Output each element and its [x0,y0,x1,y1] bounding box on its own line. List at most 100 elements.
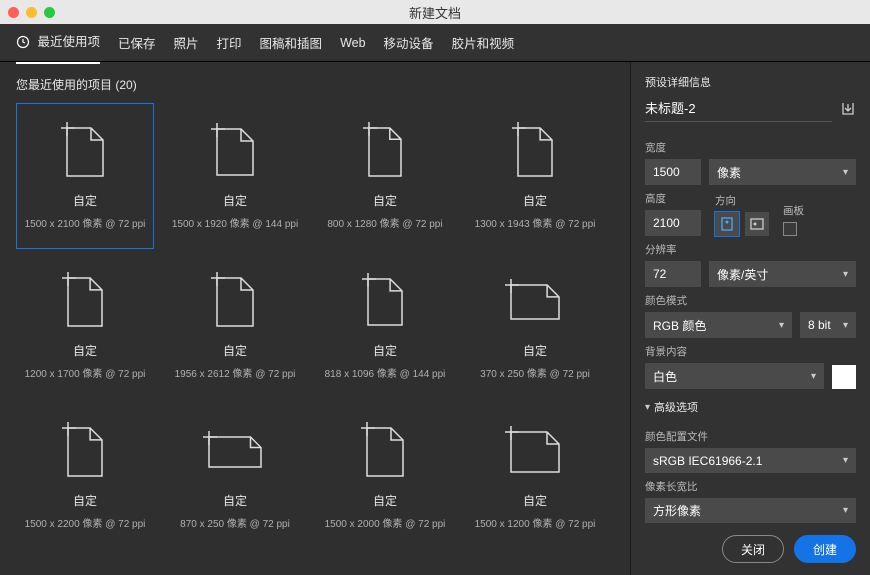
advanced-label: 高级选项 [654,399,698,415]
preset-details: 1500 x 2100 像素 @ 72 ppi [25,215,146,230]
preset-details: 1300 x 1943 像素 @ 72 ppi [475,215,596,230]
preset-details: 1500 x 1200 像素 @ 72 ppi [475,515,596,530]
bit-depth-value: 8 bit [808,318,831,332]
chevron-down-icon: ▾ [779,320,784,331]
advanced-options-disclosure[interactable]: ▾ 高级选项 [645,399,856,415]
document-icon [203,120,267,178]
tab-web[interactable]: Web [340,26,365,60]
preset-item[interactable]: 自定 1200 x 1700 像素 @ 72 ppi [16,253,154,399]
document-icon [203,420,267,478]
tab-label: 最近使用项 [37,35,100,49]
background-select[interactable]: 白色 ▾ [645,363,824,389]
preset-details: 1500 x 1920 像素 @ 144 ppi [172,215,298,230]
preset-item[interactable]: 自定 1500 x 1200 像素 @ 72 ppi [466,403,604,549]
preset-details: 800 x 1280 像素 @ 72 ppi [327,215,442,230]
chevron-down-icon: ▾ [843,269,848,280]
artboard-checkbox[interactable] [783,222,797,236]
tab-mobile[interactable]: 移动设备 [384,23,434,62]
preset-name: 自定 [73,192,97,209]
width-unit-select[interactable]: 像素 ▾ [709,159,856,185]
tab-saved[interactable]: 已保存 [118,23,156,62]
orientation-landscape-button[interactable] [745,212,769,236]
preset-item[interactable]: 自定1500 x 2200 像素 @ 72 ppi [16,403,154,549]
preset-details: 818 x 1096 像素 @ 144 ppi [325,365,446,380]
preset-item[interactable]: 自定 818 x 1096 像素 @ 144 ppi [316,253,454,399]
recent-count: (20) [115,78,136,92]
preset-item[interactable]: 自定370 x 250 像素 @ 72 ppi [466,253,604,399]
background-value: 白色 [653,368,677,385]
height-label: 高度 [645,191,701,206]
category-tabs: 最近使用项 已保存 照片 打印 图稿和插图 Web 移动设备 胶片和视频 [0,24,870,62]
preset-name: 自定 [373,342,397,359]
width-label: 宽度 [645,140,856,155]
preset-details-panel: 预设详细信息 未标题-2 宽度 1500 像素 ▾ 高度 2100 方向 [630,62,870,575]
tab-print[interactable]: 打印 [217,23,242,62]
document-icon [203,270,267,328]
preset-details: 1500 x 2200 像素 @ 72 ppi [25,515,146,530]
preset-details: 1956 x 2612 像素 @ 72 ppi [175,365,296,380]
chevron-down-icon: ▾ [843,320,848,331]
preset-details: 870 x 250 像素 @ 72 ppi [180,515,290,530]
document-icon [353,270,417,328]
preset-name: 自定 [523,492,547,509]
preset-details: 370 x 250 像素 @ 72 ppi [480,365,590,380]
bit-depth-select[interactable]: 8 bit ▾ [800,312,856,338]
color-profile-label: 颜色配置文件 [645,429,856,444]
background-label: 背景内容 [645,344,856,359]
tab-photo[interactable]: 照片 [174,23,199,62]
color-mode-select[interactable]: RGB 颜色 ▾ [645,312,792,338]
preset-name: 自定 [223,342,247,359]
preset-name: 自定 [373,492,397,509]
preset-grid: 自定 1500 x 2100 像素 @ 72 ppi 自定 1500 x 1920 像… [16,103,620,575]
preset-details: 1500 x 2000 像素 @ 72 ppi [325,515,446,530]
preset-name: 自定 [523,192,547,209]
preset-details: 1200 x 1700 像素 @ 72 ppi [25,365,146,380]
document-icon [353,420,417,478]
document-icon [53,420,117,478]
preset-item[interactable]: 自定 1500 x 1920 像素 @ 144 ppi [166,103,304,249]
document-icon [353,120,417,178]
tab-recent[interactable]: 最近使用项 [16,21,100,63]
preset-name: 自定 [373,192,397,209]
pixel-aspect-value: 方形像素 [653,502,701,519]
preset-item[interactable]: 自定 1956 x 2612 像素 @ 72 ppi [166,253,304,399]
background-color-swatch[interactable] [832,365,856,389]
recent-header-text: 您最近使用的项目 [16,78,112,92]
resolution-label: 分辨率 [645,242,856,257]
resolution-input[interactable]: 72 [645,261,701,287]
document-icon [503,420,567,478]
width-input[interactable]: 1500 [645,159,701,185]
preset-item[interactable]: 自定 1500 x 2000 像素 @ 72 ppi [316,403,454,549]
preset-panel: 您最近使用的项目 (20) 自定1500 x 2100 像素 @ 72 ppi自… [0,62,630,575]
close-button[interactable]: 关闭 [722,535,784,563]
preset-item[interactable]: 自定 1500 x 2100 像素 @ 72 ppi [16,103,154,249]
pixel-aspect-label: 像素长宽比 [645,479,856,494]
save-preset-icon[interactable] [840,101,856,120]
tab-art[interactable]: 图稿和插图 [260,23,323,62]
document-name-input[interactable]: 未标题-2 [645,98,832,122]
color-mode-value: RGB 颜色 [653,317,706,334]
preset-item[interactable]: 自定 870 x 250 像素 @ 72 ppi [166,403,304,549]
preset-name: 自定 [73,342,97,359]
resolution-unit-select[interactable]: 像素/英寸 ▾ [709,261,856,287]
preset-item[interactable]: 自定 800 x 1280 像素 @ 72 ppi [316,103,454,249]
preset-name: 自定 [223,192,247,209]
document-icon [53,270,117,328]
orientation-portrait-button[interactable] [715,212,739,236]
width-unit-value: 像素 [717,164,741,181]
orientation-label: 方向 [715,193,769,208]
artboard-label: 画板 [783,203,804,218]
create-button[interactable]: 创建 [794,535,856,563]
chevron-down-icon: ▾ [645,402,650,413]
recent-header: 您最近使用的项目 (20) [16,76,620,93]
document-icon [53,120,117,178]
preset-name: 自定 [223,492,247,509]
preset-item[interactable]: 自定 1300 x 1943 像素 @ 72 ppi [466,103,604,249]
height-input[interactable]: 2100 [645,210,701,236]
pixel-aspect-select[interactable]: 方形像素 ▾ [645,498,856,523]
window-title: 新建文档 [0,3,870,22]
document-icon [503,120,567,178]
color-profile-select[interactable]: sRGB IEC61966-2.1 ▾ [645,448,856,473]
color-profile-value: sRGB IEC61966-2.1 [653,454,762,468]
tab-film[interactable]: 胶片和视频 [452,23,515,62]
